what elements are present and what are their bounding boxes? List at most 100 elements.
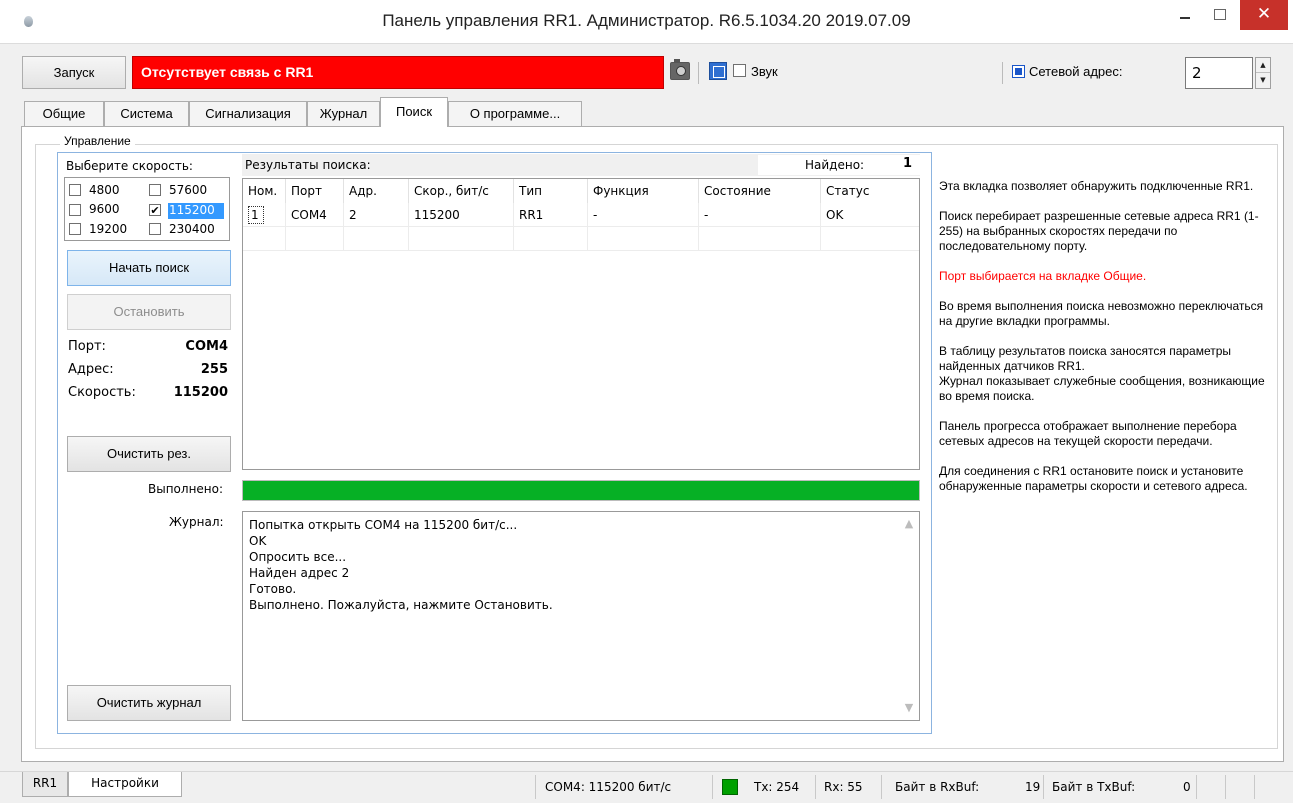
log-line: OK (249, 534, 267, 548)
connection-led-icon (722, 779, 738, 795)
clear-log-button[interactable]: Очистить журнал (67, 685, 231, 721)
speed-option-230400: 230400 (169, 222, 215, 236)
help-paragraph: Во время выполнения поиска невозможно пе… (939, 299, 1264, 328)
statusbar-tab-settings[interactable]: Настройки (68, 772, 182, 797)
speed-option-9600: 9600 (89, 202, 120, 216)
info-address-label: Адрес: (68, 362, 114, 377)
cell-port: COM4 (286, 203, 344, 227)
minimize-button[interactable] (1168, 0, 1202, 30)
speed-checkbox-57600[interactable] (149, 184, 161, 196)
statusbar-separator (535, 775, 536, 799)
help-paragraph: Журнал показывает служебные сообщения, в… (939, 374, 1265, 403)
check-mark-icon: ✔ (150, 204, 160, 217)
statusbar-txbuf-label: Байт в TxBuf: (1052, 780, 1136, 794)
spin-up-icon[interactable]: ▲ (1256, 58, 1270, 73)
run-button[interactable]: Запуск (22, 56, 126, 89)
statusbar-tab-rr1[interactable]: RR1 (22, 772, 68, 797)
info-port-value: COM4 (185, 339, 228, 354)
help-paragraph: Поиск перебирает разрешенные сетевые адр… (939, 209, 1259, 253)
log-scrollbar[interactable]: ▲ ▼ (899, 512, 919, 720)
speed-option-19200: 19200 (89, 222, 128, 236)
speed-option-57600: 57600 (169, 183, 208, 197)
network-address-spinner[interactable]: ▲ ▼ (1255, 57, 1271, 89)
log-line: Выполнено. Пожалуйста, нажмите Остановит… (249, 598, 553, 612)
column-header-speed[interactable]: Скор., бит/с (409, 179, 514, 203)
tab-general[interactable]: Общие (24, 101, 104, 126)
statusbar-rxbuf-value: 19 (1025, 780, 1041, 794)
sound-label: Звук (751, 64, 778, 79)
network-address-icon (1012, 65, 1025, 78)
statusbar-txbuf-value: 0 (1183, 780, 1191, 794)
progress-bar (242, 480, 920, 501)
column-header-number[interactable]: Ном. (243, 179, 286, 203)
found-label: Найдено: (805, 158, 865, 172)
statusbar-separator (1254, 775, 1255, 799)
sound-checkbox[interactable] (733, 64, 746, 77)
network-icon[interactable] (709, 62, 727, 80)
info-port-label: Порт: (68, 339, 106, 354)
scroll-down-icon[interactable]: ▼ (903, 702, 915, 714)
spin-down-icon[interactable]: ▼ (1256, 73, 1270, 88)
speed-checkbox-19200[interactable] (69, 223, 81, 235)
stop-button[interactable]: Остановить (67, 294, 231, 330)
window-title: Панель управления RR1. Администратор. R6… (382, 11, 911, 30)
log-line: Готово. (249, 582, 297, 596)
table-row[interactable]: 1 (243, 203, 286, 227)
statusbar-separator (881, 775, 882, 799)
speed-checkbox-230400[interactable] (149, 223, 161, 235)
column-header-status[interactable]: Статус (821, 179, 919, 203)
empty-cell (409, 227, 514, 251)
log-area[interactable]: Попытка открыть COM4 на 115200 бит/с... … (242, 511, 920, 721)
log-line: Найден адрес 2 (249, 566, 350, 580)
speed-option-4800: 4800 (89, 183, 120, 197)
help-paragraph: Для соединения с RR1 остановите поиск и … (939, 464, 1248, 493)
speed-checkbox-9600[interactable] (69, 204, 81, 216)
column-header-address[interactable]: Адр. (344, 179, 409, 203)
statusbar-rxbuf-label: Байт в RxBuf: (895, 780, 980, 794)
close-icon: ✕ (1256, 4, 1272, 24)
empty-cell (821, 227, 919, 251)
help-paragraph: Панель прогресса отображает выполнение п… (939, 419, 1237, 448)
close-button[interactable]: ✕ (1240, 0, 1288, 30)
column-header-port[interactable]: Порт (286, 179, 344, 203)
empty-cell (286, 227, 344, 251)
toolbar-separator (1002, 62, 1003, 84)
speed-label: Выберите скорость: (66, 159, 193, 173)
column-header-function[interactable]: Функция (588, 179, 699, 203)
network-address-input[interactable]: 2 (1185, 57, 1253, 89)
empty-cell (243, 227, 286, 251)
empty-cell (344, 227, 409, 251)
start-search-button[interactable]: Начать поиск (67, 250, 231, 286)
cell-function: - (588, 203, 699, 227)
info-speed-value: 115200 (173, 385, 228, 400)
clear-results-button[interactable]: Очистить рез. (67, 436, 231, 472)
tab-system[interactable]: Система (104, 101, 189, 126)
found-count: 1 (903, 156, 913, 171)
statusbar-separator (815, 775, 816, 799)
log-line: Попытка открыть COM4 на 115200 бит/с... (249, 518, 518, 532)
empty-cell (514, 227, 588, 251)
statusbar-separator (712, 775, 713, 799)
speed-checkbox-115200[interactable]: ✔ (149, 204, 161, 216)
statusbar-separator (1043, 775, 1044, 799)
results-table[interactable]: Ном. Порт Адр. Скор., бит/с Тип Функция … (242, 178, 920, 470)
log-label: Журнал: (169, 515, 224, 529)
tab-about[interactable]: О программе... (448, 101, 582, 126)
tab-journal[interactable]: Журнал (307, 101, 380, 126)
scroll-up-icon[interactable]: ▲ (903, 518, 915, 530)
statusbar-separator (1196, 775, 1197, 799)
column-header-type[interactable]: Тип (514, 179, 588, 203)
network-address-label: Сетевой адрес: (1029, 64, 1123, 79)
tab-alarm[interactable]: Сигнализация (189, 101, 307, 126)
speed-checkbox-4800[interactable] (69, 184, 81, 196)
maximize-button[interactable] (1202, 0, 1236, 30)
tab-search[interactable]: Поиск (380, 97, 448, 127)
column-header-state[interactable]: Состояние (699, 179, 821, 203)
progress-label: Выполнено: (148, 482, 224, 496)
cell-type: RR1 (514, 203, 588, 227)
progress-fill (243, 481, 919, 500)
cell-address: 2 (344, 203, 409, 227)
statusbar-rx: Rx: 55 (824, 780, 863, 794)
toolbar-separator (698, 62, 699, 84)
camera-icon[interactable] (670, 59, 690, 80)
